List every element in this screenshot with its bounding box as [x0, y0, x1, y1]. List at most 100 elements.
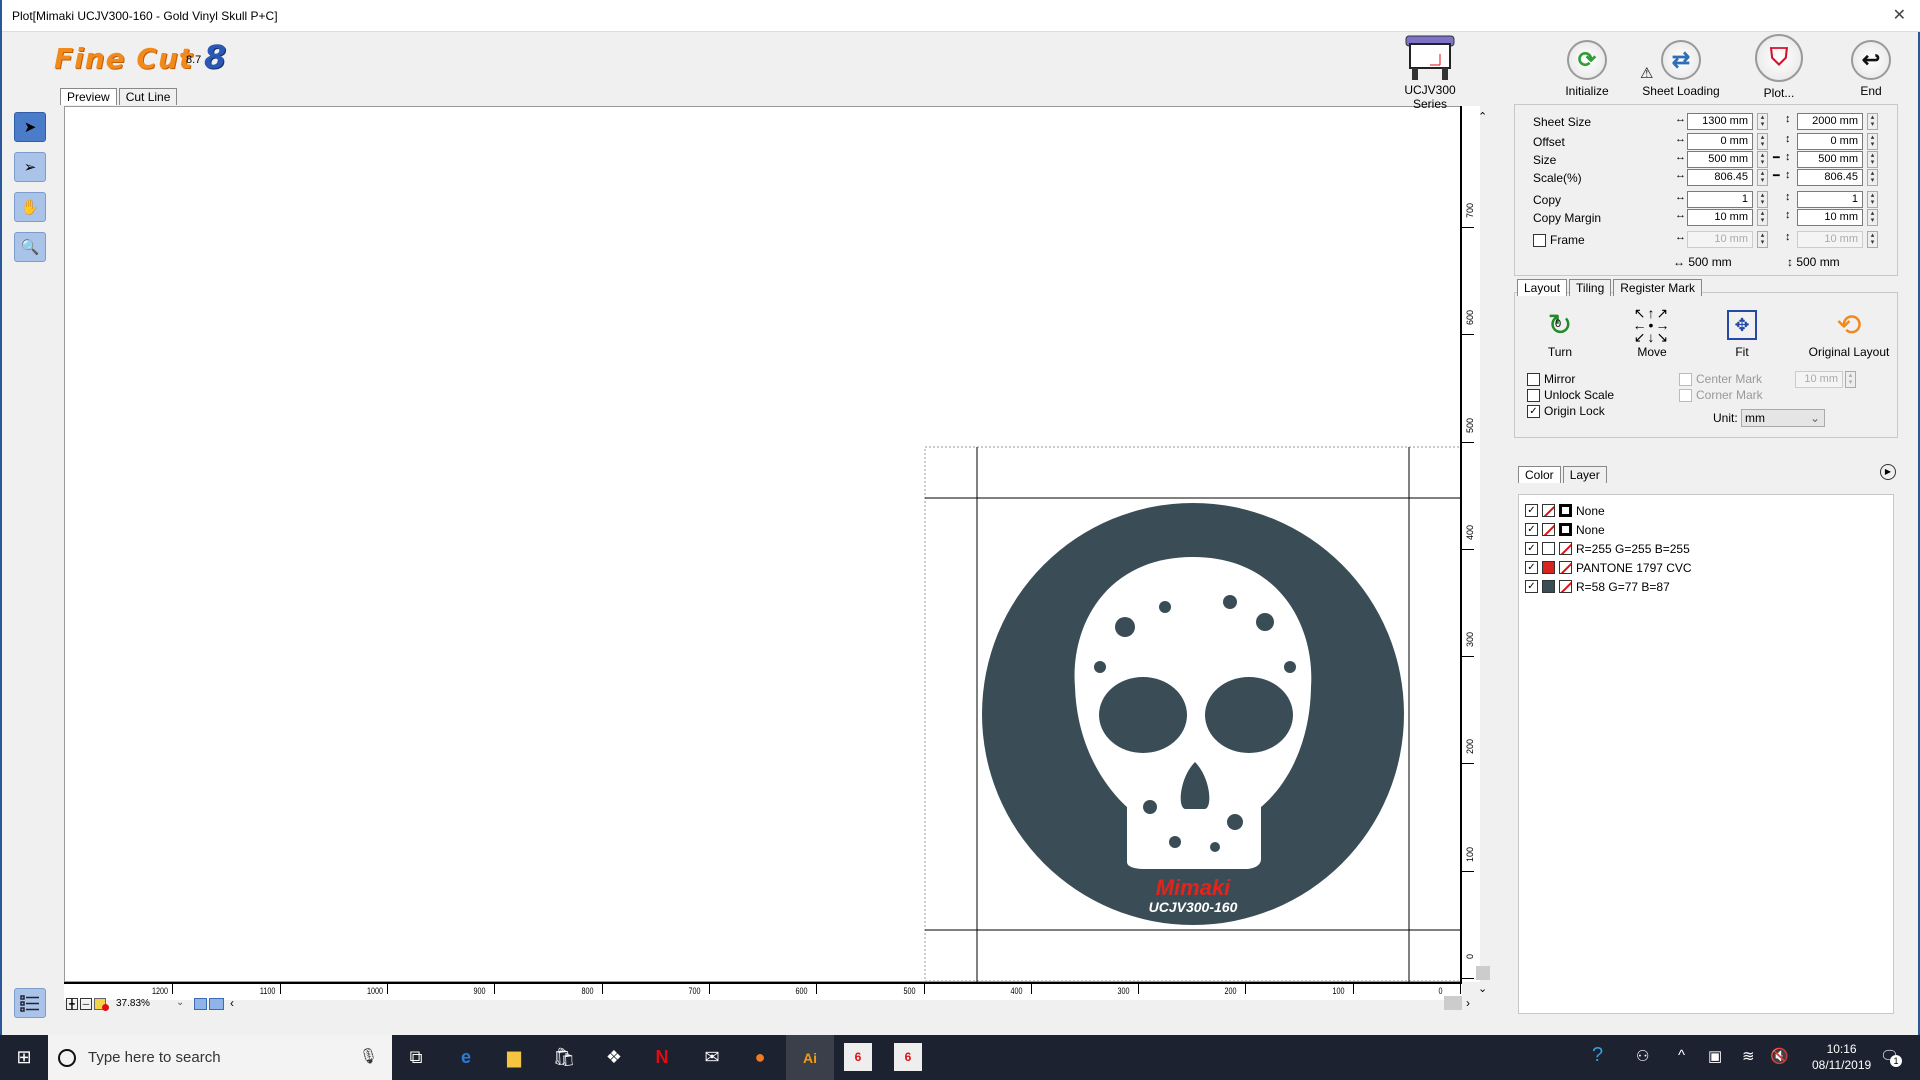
visibility-checkbox[interactable]: ✓	[1525, 523, 1538, 536]
width-input[interactable]: 10 mm	[1687, 231, 1753, 248]
zoom-tool-button[interactable]: 🔍	[14, 232, 46, 262]
height-input[interactable]: 2000 mm	[1797, 113, 1863, 130]
wifi-icon[interactable]: ≋	[1742, 1047, 1755, 1065]
clock[interactable]: 10:16 08/11/2019	[1812, 1041, 1871, 1073]
fit-all-icon[interactable]: ╋	[66, 998, 78, 1010]
scroll-right-icon[interactable]: ›	[1466, 996, 1470, 1010]
show-hidden-icons[interactable]: ^	[1678, 1047, 1685, 1064]
color-row[interactable]: ✓ None	[1519, 520, 1893, 539]
volume-muted-icon[interactable]: 🔇	[1770, 1047, 1789, 1065]
file-explorer-icon[interactable]: ▆	[500, 1043, 528, 1071]
unit-select[interactable]: mm ⌄	[1741, 409, 1825, 427]
scroll-left-icon[interactable]: ‹	[230, 996, 234, 1010]
netflix-icon[interactable]: N	[648, 1043, 676, 1071]
width-input[interactable]: 0 mm	[1687, 133, 1753, 150]
color-row[interactable]: ✓ None	[1519, 501, 1893, 520]
height-input[interactable]: 500 mm	[1797, 151, 1863, 168]
height-spinner[interactable]: ▴ ▾	[1867, 209, 1878, 226]
end-button[interactable]: ↩ End	[1826, 40, 1916, 98]
width-spinner[interactable]: ▴ ▾	[1757, 209, 1768, 226]
scroll-down-icon[interactable]: ⌄	[1478, 982, 1487, 995]
width-input[interactable]: 10 mm	[1687, 209, 1753, 226]
microphone-icon[interactable]: 🎙	[359, 1047, 378, 1065]
fit-page-icon[interactable]	[194, 998, 207, 1010]
close-icon[interactable]: ✕	[1893, 5, 1906, 25]
height-spinner[interactable]: ▴ ▾	[1867, 151, 1878, 168]
mail-icon[interactable]: ✉	[698, 1043, 726, 1071]
mark-margin-input[interactable]: 10 mm	[1795, 371, 1843, 388]
taskbar-search[interactable]: Type here to search 🎙	[48, 1035, 392, 1080]
width-input[interactable]: 500 mm	[1687, 151, 1753, 168]
device-tray-icon[interactable]: ▣	[1708, 1047, 1722, 1065]
original-layout-button[interactable]: ⟲ Original Layout	[1799, 305, 1899, 360]
scroll-thumb[interactable]	[1476, 966, 1490, 980]
visibility-checkbox[interactable]: ✓	[1525, 580, 1538, 593]
width-spinner[interactable]: ▴ ▾	[1757, 113, 1768, 130]
illustrator-icon[interactable]: Ai	[786, 1035, 834, 1080]
mark-margin-spinner[interactable]: ▴ ▾	[1845, 371, 1856, 388]
visibility-checkbox[interactable]: ✓	[1525, 561, 1538, 574]
width-input[interactable]: 1300 mm	[1687, 113, 1753, 130]
visibility-checkbox[interactable]: ✓	[1525, 504, 1538, 517]
mirror-checkbox-box[interactable]	[1527, 373, 1540, 387]
link-icon[interactable]: ━	[1773, 169, 1780, 182]
unlock-scale-checkbox[interactable]: Unlock Scale	[1527, 387, 1614, 403]
task-view-icon[interactable]: ⧉	[402, 1043, 430, 1071]
height-input[interactable]: 10 mm	[1797, 231, 1863, 248]
zoom-level[interactable]: 37.83%	[116, 998, 150, 1009]
people-icon[interactable]: ⚇	[1636, 1047, 1649, 1065]
select-tool-button[interactable]: ➤	[14, 112, 46, 142]
zoom-dropdown-icon[interactable]: ⌄	[176, 997, 184, 1008]
windows-start-icon[interactable]: ⊞	[10, 1043, 38, 1071]
width-spinner[interactable]: ▴ ▾	[1757, 133, 1768, 150]
vertical-scrollbar[interactable]: ⌃ ⌄	[1474, 108, 1494, 996]
fit-button[interactable]: ✥ Fit	[1697, 305, 1787, 359]
move-button[interactable]: ↖↑↗ ←•→ ↙↓↘ Move	[1607, 305, 1697, 359]
tab-layout[interactable]: Layout	[1517, 279, 1568, 296]
device-indicator[interactable]: UCJV300 Series	[1392, 34, 1468, 111]
mirror-checkbox[interactable]: Mirror	[1527, 371, 1614, 387]
direct-select-tool-button[interactable]: ➢	[14, 152, 46, 182]
width-spinner[interactable]: ▴ ▾	[1757, 169, 1768, 186]
height-input[interactable]: 10 mm	[1797, 209, 1863, 226]
tab-layer[interactable]: Layer	[1562, 466, 1607, 483]
height-input[interactable]: 1	[1797, 191, 1863, 208]
height-spinner[interactable]: ▴ ▾	[1867, 169, 1878, 186]
origin-lock-checkbox[interactable]: ✓ Origin Lock	[1527, 403, 1614, 419]
dropbox-icon[interactable]: ❖	[600, 1043, 628, 1071]
color-row[interactable]: ✓ R=255 G=255 B=255	[1519, 539, 1893, 558]
turn-button[interactable]: ↻ 0 Turn	[1515, 305, 1605, 360]
store-icon[interactable]: 🛍	[550, 1043, 578, 1071]
width-input[interactable]: 1	[1687, 191, 1753, 208]
hand-tool-button[interactable]: ✋	[14, 192, 46, 222]
fit-sheet-icon[interactable]	[209, 998, 224, 1010]
scroll-up-icon[interactable]: ⌃	[1478, 110, 1487, 123]
width-spinner[interactable]: ▴ ▾	[1757, 191, 1768, 208]
check-icon[interactable]: ✓	[1527, 405, 1540, 419]
tab-tiling[interactable]: Tiling	[1569, 279, 1612, 296]
h-scroll-thumb[interactable]	[1444, 996, 1462, 1010]
frame-checkbox[interactable]	[1533, 233, 1546, 247]
help-icon[interactable]: ?	[1592, 1044, 1603, 1067]
tab-register-mark[interactable]: Register Mark	[1613, 279, 1702, 296]
corner-mark-checkbox[interactable]: Corner Mark	[1679, 387, 1763, 403]
color-row[interactable]: ✓ PANTONE 1797 CVC	[1519, 558, 1893, 577]
center-mark-checkbox[interactable]: Center Mark	[1679, 371, 1763, 387]
fit-width-icon[interactable]: ─	[80, 998, 92, 1010]
width-spinner[interactable]: ▴ ▾	[1757, 151, 1768, 168]
height-spinner[interactable]: ▴ ▾	[1867, 231, 1878, 248]
height-spinner[interactable]: ▴ ▾	[1867, 191, 1878, 208]
notification-icon[interactable]: 🗨 1	[1880, 1047, 1902, 1067]
tab-color[interactable]: Color	[1518, 466, 1561, 483]
sheet-loading-button[interactable]: ⇄ ⚠ Sheet Loading	[1636, 40, 1726, 98]
height-input[interactable]: 0 mm	[1797, 133, 1863, 150]
unlock-scale-checkbox-box[interactable]	[1527, 389, 1540, 403]
panel-menu-icon[interactable]: ▶	[1880, 464, 1896, 480]
firefox-icon[interactable]: ●	[746, 1043, 774, 1071]
object-list-button[interactable]	[14, 988, 46, 1018]
plot-button[interactable]: ⛉ Plot...	[1734, 34, 1824, 100]
tab-preview[interactable]: Preview	[60, 88, 117, 105]
color-row[interactable]: ✓ R=58 G=77 B=87	[1519, 577, 1893, 596]
rasterlink-cutter-icon[interactable]: 6	[894, 1043, 922, 1071]
tab-cut-line[interactable]: Cut Line	[118, 88, 178, 105]
